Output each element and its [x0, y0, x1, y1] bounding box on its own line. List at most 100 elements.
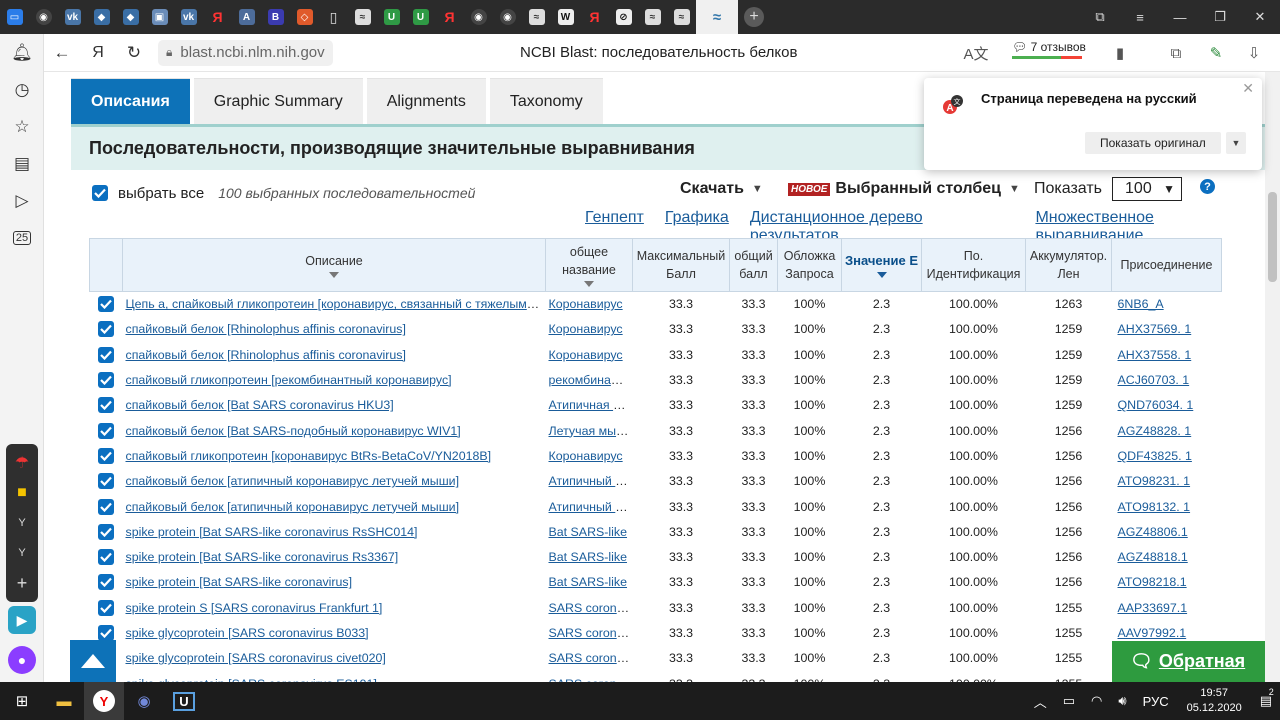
link-multiple-alignment[interactable]: Множественное выравнивание: [1035, 209, 1265, 244]
close-window-button[interactable]: ✕: [1240, 0, 1280, 34]
common-name-link[interactable]: SARS coronavirus: [549, 601, 633, 615]
tab-app-1[interactable]: ◆: [87, 0, 116, 34]
common-name-link[interactable]: SARS coronavirus: [549, 651, 633, 665]
accession-link[interactable]: ATO98132. 1: [1118, 500, 1191, 514]
collections-icon[interactable]: ⧉: [1080, 0, 1120, 34]
clock[interactable]: 19:57 05.12.2020: [1187, 686, 1242, 716]
tab-ncbi-blast-active[interactable]: ≈: [696, 0, 738, 34]
windows-start-icon[interactable]: ⊞: [0, 682, 44, 720]
description-link[interactable]: спайковый белок [Rhinolophus affinis cor…: [126, 348, 406, 362]
common-name-link[interactable]: Атипичный коронавирус: [549, 500, 633, 514]
reading-list-icon[interactable]: ▤: [0, 145, 44, 182]
common-name-link[interactable]: Bat SARS-like: [549, 525, 628, 539]
market-icon[interactable]: ■: [6, 478, 38, 508]
tab-image[interactable]: ▣: [145, 0, 174, 34]
reload-button[interactable]: ↻: [116, 34, 152, 72]
tab-taxonomy[interactable]: Taxonomy: [489, 78, 603, 124]
select-all-checkbox[interactable]: [92, 185, 108, 201]
tab-github-2[interactable]: ◉: [464, 0, 493, 34]
row-checkbox[interactable]: [98, 574, 114, 591]
accession-link[interactable]: ATO98231. 1: [1118, 474, 1191, 488]
row-checkbox[interactable]: [98, 397, 114, 414]
common-name-link[interactable]: Летучая мышь: [549, 424, 633, 438]
accession-link[interactable]: AGZ48818.1: [1118, 550, 1188, 564]
tab-app-10[interactable]: ≈: [667, 0, 696, 34]
tab-messages[interactable]: ▭: [0, 0, 29, 34]
description-link[interactable]: спайковый белок [Rhinolophus affinis cor…: [126, 322, 406, 336]
description-link[interactable]: спайковый белок [атипичный коронавирус л…: [126, 474, 460, 488]
network-icon[interactable]: ▭: [1063, 693, 1075, 709]
close-icon[interactable]: ✕: [1242, 80, 1254, 97]
common-name-link[interactable]: Bat SARS-like: [549, 575, 628, 589]
common-name-link[interactable]: Коронавирус: [549, 348, 623, 362]
header-common-name[interactable]: общее название: [545, 238, 633, 292]
link-genpept[interactable]: Генпепт: [585, 209, 644, 231]
media-play-icon[interactable]: ▷: [0, 182, 44, 219]
accession-link[interactable]: QND76034. 1: [1118, 398, 1194, 412]
row-checkbox[interactable]: [98, 447, 114, 464]
header-accession[interactable]: Присоединение: [1111, 238, 1222, 292]
header-e-value[interactable]: Значение E: [841, 238, 922, 292]
show-count-select[interactable]: 100 ▼: [1112, 177, 1183, 201]
description-link[interactable]: spike glycoprotein [SARS coronavirus civ…: [126, 651, 386, 665]
add-app-icon[interactable]: +: [6, 568, 38, 598]
yandex-icon[interactable]: Y: [6, 538, 38, 568]
yandex-icon[interactable]: Y: [6, 508, 38, 538]
row-checkbox[interactable]: [98, 346, 114, 363]
tab-doc[interactable]: ▯: [319, 0, 348, 34]
row-checkbox[interactable]: [98, 372, 114, 389]
tab-github[interactable]: ◉: [29, 0, 58, 34]
tab-vk-2[interactable]: vk: [174, 0, 203, 34]
scroll-to-top-button[interactable]: [70, 640, 116, 682]
accession-link[interactable]: AGZ48828. 1: [1118, 424, 1192, 438]
show-original-button[interactable]: Показать оригинал: [1085, 132, 1221, 154]
send-app-icon[interactable]: ▶: [8, 606, 36, 634]
downloads-icon[interactable]: ⇩: [1240, 34, 1268, 72]
discord-icon[interactable]: ◉: [124, 682, 164, 720]
tab-app-5[interactable]: ◇: [290, 0, 319, 34]
description-link[interactable]: спайковый гликопротеин [рекомбинантный к…: [126, 373, 452, 387]
common-name-link[interactable]: Bat SARS-like: [549, 550, 628, 564]
accession-link[interactable]: AAV97992.1: [1118, 626, 1187, 640]
file-explorer-icon[interactable]: ▬: [44, 682, 84, 720]
reviews-widget[interactable]: 💬︎ 7 отзывов: [1012, 40, 1086, 60]
calendar-badge[interactable]: 25: [0, 219, 44, 256]
description-link[interactable]: спайковый белок [Bat SARS-подобный корон…: [126, 424, 461, 438]
row-checkbox[interactable]: [98, 422, 114, 439]
wifi-icon[interactable]: ◠: [1091, 693, 1102, 709]
row-checkbox[interactable]: [98, 473, 114, 490]
tab-yandex[interactable]: Я: [203, 0, 232, 34]
row-checkbox[interactable]: [98, 625, 114, 641]
tab-vk[interactable]: vk: [58, 0, 87, 34]
menu-icon[interactable]: ≡: [1120, 0, 1160, 34]
tab-app-2[interactable]: ◆: [116, 0, 145, 34]
header-acc-len[interactable]: Аккумулятор. Лен: [1025, 238, 1112, 292]
restore-button[interactable]: ❐: [1200, 0, 1240, 34]
tab-yandex-3[interactable]: Я: [580, 0, 609, 34]
tab-alignments[interactable]: Alignments: [366, 78, 486, 124]
row-checkbox[interactable]: [98, 599, 114, 616]
accession-link[interactable]: QDF43825. 1: [1118, 449, 1192, 463]
new-tab-button[interactable]: +: [738, 0, 770, 34]
accession-link[interactable]: 6NB6_A: [1118, 297, 1164, 311]
minimize-button[interactable]: —: [1160, 0, 1200, 34]
row-checkbox[interactable]: [98, 549, 114, 566]
tab-app-8[interactable]: ⊘: [609, 0, 638, 34]
help-icon[interactable]: ?: [1200, 179, 1215, 194]
common-name-link[interactable]: Коронавирус: [549, 297, 623, 311]
extension-icon[interactable]: ✎: [1202, 34, 1230, 72]
row-checkbox[interactable]: [98, 498, 114, 515]
header-max-score[interactable]: Максимальный Балл: [632, 238, 730, 292]
tab-graphic-summary[interactable]: Graphic Summary: [193, 78, 363, 124]
tab-shield-1[interactable]: U: [377, 0, 406, 34]
url-field[interactable]: 🔒︎ blast.ncbi.nlm.nih.gov: [158, 39, 333, 66]
description-link[interactable]: Цепь а, спайковый гликопротеин [коронави…: [126, 297, 546, 311]
common-name-link[interactable]: Коронавирус: [549, 449, 623, 463]
description-link[interactable]: spike protein [Bat SARS-like coronavirus…: [126, 575, 353, 589]
common-name-link[interactable]: Атипичный коронавирус: [549, 474, 633, 488]
accession-link[interactable]: AHX37569. 1: [1118, 322, 1192, 336]
tab-github-3[interactable]: ◉: [493, 0, 522, 34]
chevron-up-icon[interactable]: ︿: [1034, 692, 1047, 711]
app-u-icon[interactable]: U: [164, 682, 204, 720]
accession-link[interactable]: ACJ60703. 1: [1118, 373, 1190, 387]
